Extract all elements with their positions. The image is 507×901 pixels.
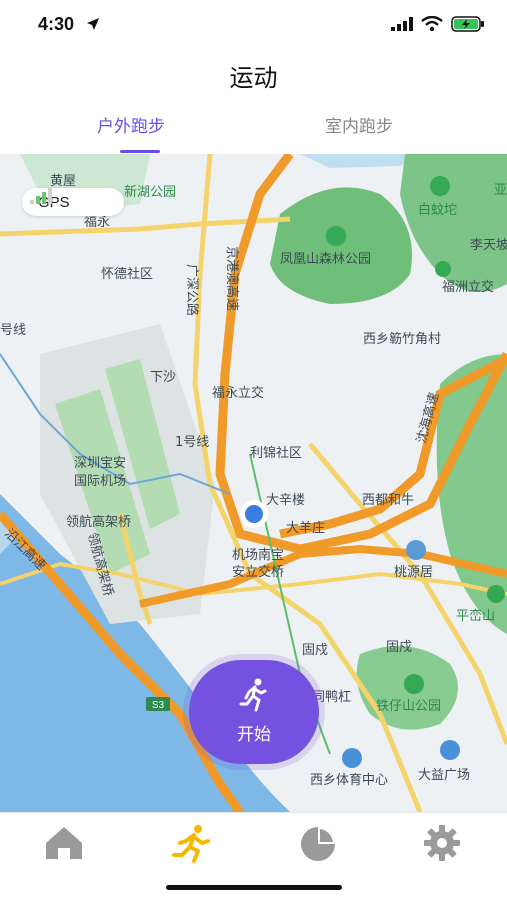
label-xiduhe: 西都和牛: [362, 493, 414, 508]
label-fuyong: 福永: [84, 215, 110, 230]
current-location-icon: [245, 505, 263, 523]
battery-charging-icon: [451, 16, 484, 32]
label-airport-1: 深圳宝安: [74, 456, 126, 471]
label-gushu-2: 固戍: [386, 640, 412, 655]
label-fenghuangshan: 凤凰山森林公园: [280, 252, 371, 267]
park-marker-icon[interactable]: [435, 261, 451, 277]
gps-signal-badge: GPS: [22, 188, 124, 216]
label-litiandu: 李天坡: [470, 238, 507, 253]
park-marker-icon[interactable]: [326, 226, 346, 246]
shopping-marker-icon[interactable]: [440, 740, 460, 760]
running-icon[interactable]: [170, 823, 214, 863]
status-time: 4:30: [38, 14, 75, 34]
label-dayangzhuang: 大羊庄: [286, 520, 325, 536]
run-mode-tabs: 户外跑步 室内跑步: [0, 104, 507, 154]
label-xixiang-jiaozhu: 西乡簕竹角村: [363, 332, 441, 347]
gps-signal-icon: [30, 188, 52, 204]
label-baiwentuo: 白蚊坨: [418, 202, 457, 218]
label-huangwu: 黄屋: [50, 174, 76, 189]
location-arrow-icon: [87, 18, 99, 30]
page-title: 运动: [229, 64, 278, 92]
start-button[interactable]: 开始: [189, 660, 319, 764]
label-airport-south-2: 安立交桥: [232, 564, 284, 580]
start-label: 开始: [237, 725, 271, 745]
label-lijin: 利锦社区: [250, 445, 302, 461]
svg-text:广深公路: 广深公路: [184, 264, 200, 316]
label-xiasha: 下沙: [150, 370, 176, 385]
residential-marker-icon[interactable]: [406, 540, 426, 560]
pie-chart-icon[interactable]: [296, 823, 340, 863]
fenghuangshan-park: [270, 187, 412, 304]
label-linghang-1: 领航高架桥: [66, 514, 131, 530]
wifi-icon: [421, 16, 443, 32]
label-airport-south-1: 机场南宝: [232, 547, 284, 563]
reservoir-water: [300, 154, 420, 168]
label-huaide: 怀德社区: [101, 266, 153, 282]
tab-indoor-running[interactable]: 室内跑步: [325, 112, 393, 137]
gear-icon[interactable]: [420, 823, 464, 863]
label-xixiang-sports: 西乡体育中心: [310, 772, 388, 788]
tab-outdoor-running[interactable]: 户外跑步: [97, 112, 165, 137]
label-taoyuanju: 桃源居: [394, 565, 433, 580]
sports-marker-icon[interactable]: [342, 748, 362, 768]
label-pingluanshan: 平峦山: [456, 608, 495, 624]
label-xinhu-park: 新湖公园: [124, 184, 176, 200]
north-hill-green: [400, 154, 507, 292]
label-fuzhou-interchange: 福洲立交: [442, 279, 494, 295]
cellular-signal-icon: [391, 17, 413, 31]
label-dayi-plaza: 大益广场: [418, 768, 470, 783]
home-indicator: [166, 885, 342, 890]
label-fuyong-interchange: 福永立交: [212, 385, 264, 401]
park-marker-icon[interactable]: [487, 585, 505, 603]
park-marker-icon[interactable]: [404, 674, 424, 694]
label-airport-2: 国际机场: [74, 474, 126, 489]
status-bar: 4:30: [0, 0, 507, 54]
label-daxinlou: 大辛楼: [266, 493, 305, 508]
active-tab-indicator: [120, 150, 160, 153]
label-metro-hao: 号线: [0, 323, 26, 338]
label-line1: 1号线: [175, 435, 209, 450]
svg-text:京港澳高速: 京港澳高速: [224, 246, 240, 311]
label-tieshan-park: 铁仔山公园: [376, 699, 441, 714]
label-gushu-1: 固戍: [302, 643, 328, 658]
label-jingganghao-vertical: 京港澳高速: [224, 246, 240, 311]
label-guangshen-vertical: 广深公路: [184, 264, 200, 316]
home-icon[interactable]: [42, 823, 86, 863]
park-marker-icon[interactable]: [430, 176, 450, 196]
label-ya: 亚: [494, 183, 507, 198]
s3-label: S3: [152, 700, 165, 711]
running-person-icon: [239, 678, 267, 712]
